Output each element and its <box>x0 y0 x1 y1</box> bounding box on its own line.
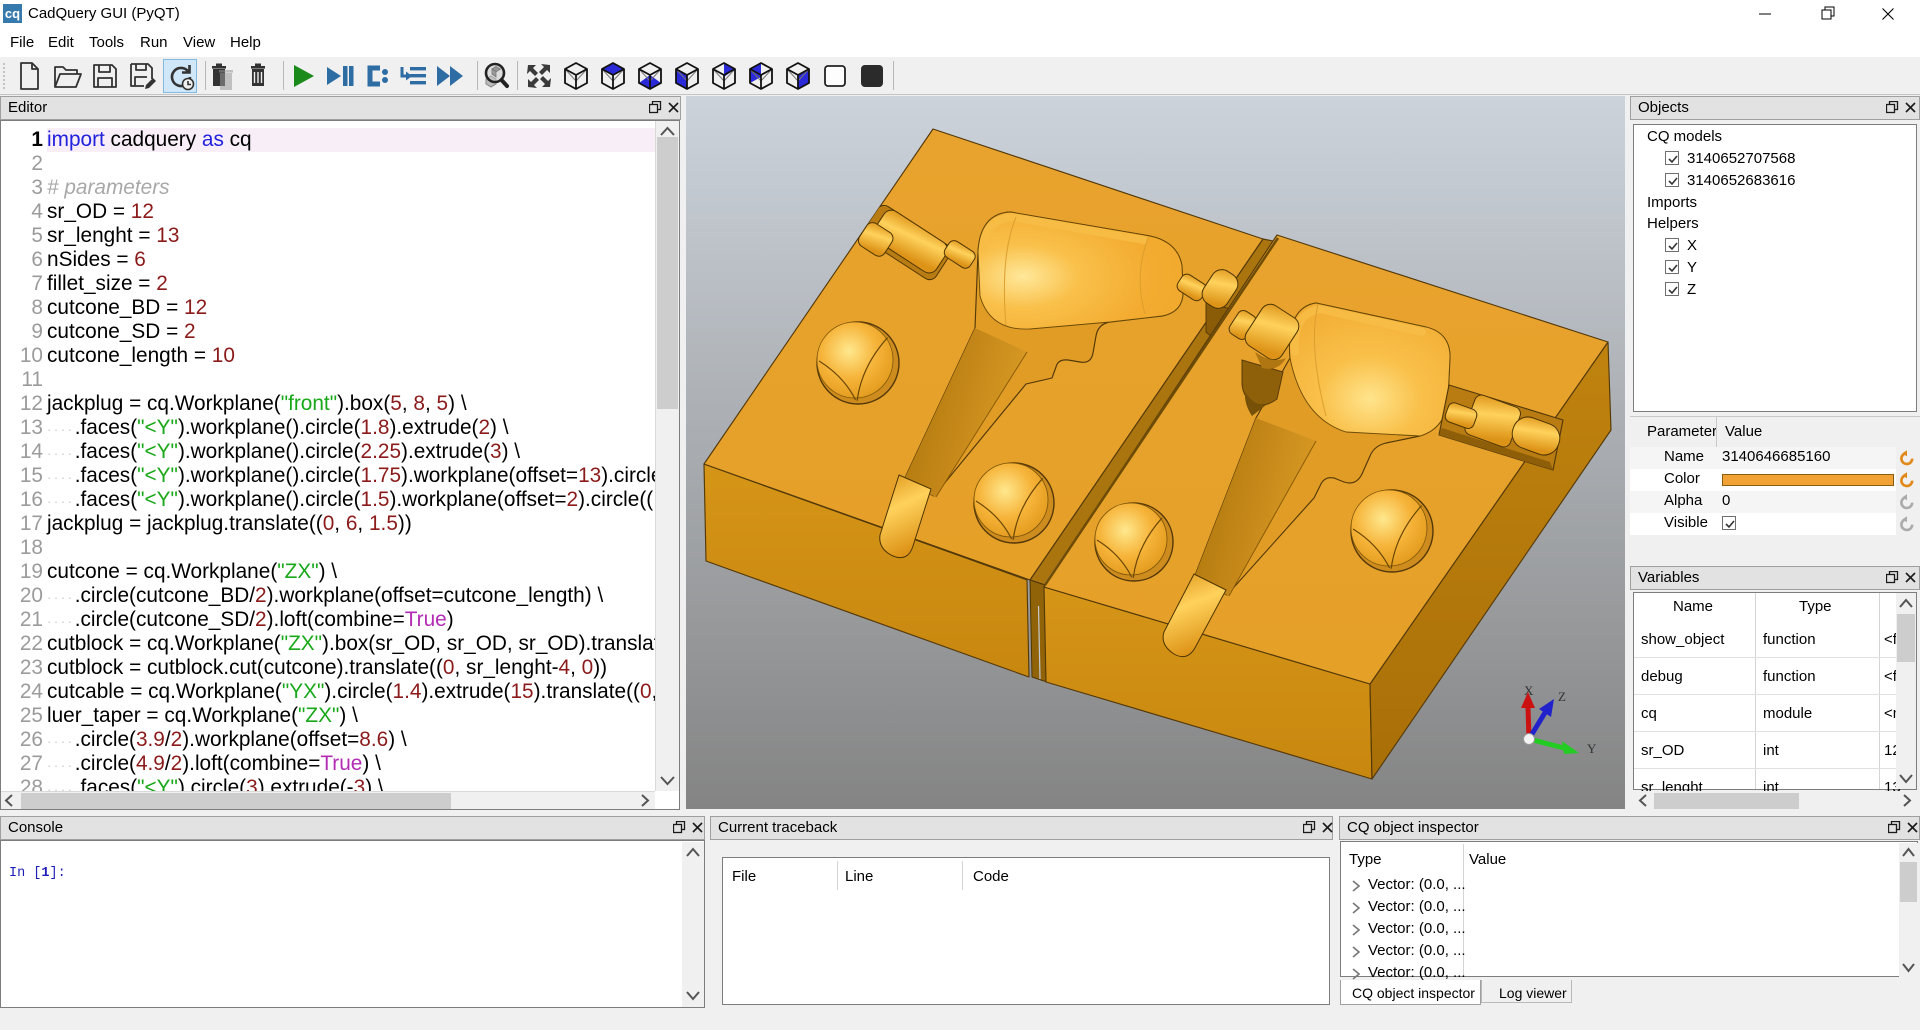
svg-text:Y: Y <box>1587 741 1597 756</box>
svg-text:X: X <box>1524 683 1534 698</box>
svg-text:Z: Z <box>1558 689 1566 704</box>
